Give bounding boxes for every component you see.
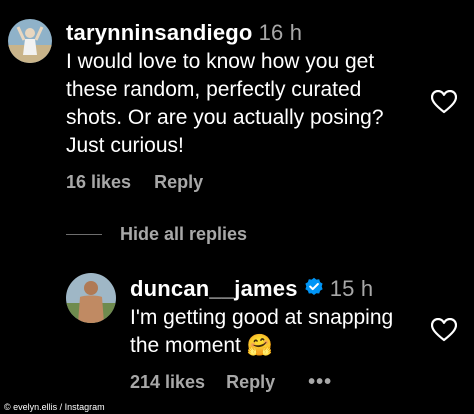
comment-time: 16 h — [258, 20, 303, 45]
comment-actions: 16 likes Reply — [66, 172, 203, 193]
comment-text-line: I would love to know how you get — [66, 50, 375, 73]
commenter-username[interactable]: tarynninsandiego — [66, 20, 253, 45]
verified-badge-icon — [304, 277, 324, 303]
reply-time: 15 h — [329, 276, 374, 301]
hugging-face-emoji: 🤗 — [246, 334, 273, 357]
more-options-icon[interactable]: ••• — [308, 371, 332, 393]
reply-text-line: I'm getting good at snapping — [130, 306, 394, 329]
heart-icon[interactable] — [430, 317, 458, 342]
replier-username[interactable]: duncan__james — [130, 276, 298, 301]
comment-header: tarynninsandiego 16 h — [66, 20, 302, 46]
reply-text: I'm getting good at snapping the moment … — [130, 304, 420, 360]
reply-likes[interactable]: 214 likes — [130, 372, 205, 392]
reply-actions: 214 likes Reply ••• — [130, 371, 332, 394]
comment-likes[interactable]: 16 likes — [66, 172, 131, 192]
reply-text-line-2: the moment 🤗 — [130, 332, 420, 360]
photo-credit: © evelyn.ellis / Instagram — [4, 402, 105, 412]
comment-text-line: Just curious! — [66, 134, 184, 157]
heart-icon[interactable] — [430, 89, 458, 114]
comment-reply-button[interactable]: Reply — [154, 172, 203, 192]
reply-reply-button[interactable]: Reply — [226, 372, 275, 392]
hide-replies-button[interactable]: Hide all replies — [120, 224, 247, 245]
reply-header: duncan__james 15 h — [130, 276, 373, 303]
comment-text-line: shots. Or are you actually posing? — [66, 106, 384, 129]
comment-text-line: these random, perfectly curated — [66, 78, 362, 101]
comment-text: I would love to know how you get these r… — [66, 48, 426, 160]
reply-text-line: the moment — [130, 334, 241, 357]
replies-divider — [66, 234, 102, 235]
avatar-replier[interactable] — [66, 273, 116, 323]
avatar-commenter[interactable] — [8, 19, 52, 63]
